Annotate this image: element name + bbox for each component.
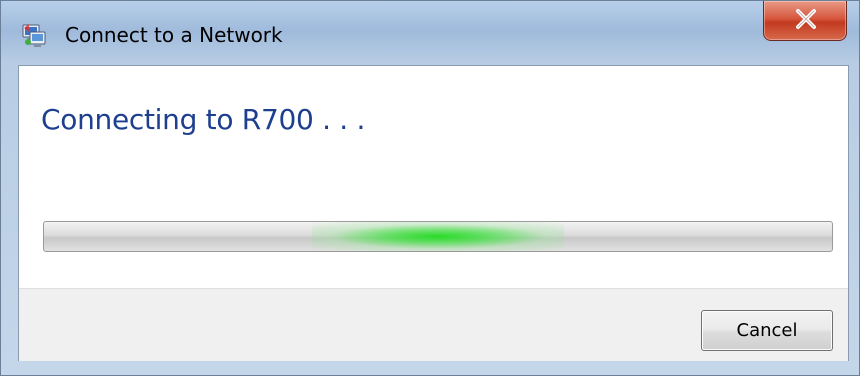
dialog-window: Connect to a Network Connecting to R700 … — [0, 0, 860, 376]
network-connection-icon — [21, 22, 47, 48]
button-bar: Cancel — [19, 288, 848, 361]
close-button[interactable] — [763, 1, 847, 41]
progress-bar — [43, 221, 833, 252]
close-icon — [794, 8, 818, 30]
cancel-button[interactable]: Cancel — [701, 310, 833, 351]
window-title: Connect to a Network — [65, 23, 283, 47]
progress-glow — [312, 222, 564, 251]
dialog-body: Connecting to R700 . . . Cancel — [18, 65, 849, 361]
title-bar[interactable]: Connect to a Network — [1, 1, 859, 65]
connecting-heading: Connecting to R700 . . . — [41, 103, 366, 136]
content-area: Connecting to R700 . . . — [19, 66, 848, 288]
